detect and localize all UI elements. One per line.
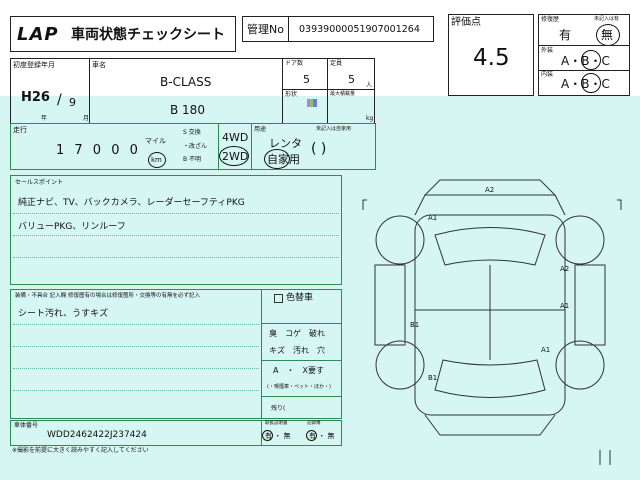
use-note: 未記入は自家用 xyxy=(316,126,352,132)
remarks-label: 装備・不具合 記入欄 修復歴有の場合は修復箇所・交換等の有無を必ず記入 xyxy=(15,293,200,299)
mileage-label: 走行 xyxy=(13,126,27,134)
car-name-box: 車名 B-CLASS B 180 xyxy=(89,58,283,124)
remarks-line-1: シート汚れ、うすキズ xyxy=(18,309,109,319)
chassis-number: WDD2462422J237424 xyxy=(47,430,147,440)
use-private-circle xyxy=(264,149,290,169)
repair-box: 修復歴 未記入は有 有 無 外装 A・B・C 内装 A・B・C xyxy=(538,14,630,96)
chassis-box: 車体番号 WDD2462422J237424 取扱説明書 有 ・ 無 記録簿 有… xyxy=(10,420,342,446)
sales-line-1: 純正ナビ、TV、バックカメラ、レーダーセーフティPKG xyxy=(18,198,245,208)
title-box: LAP 車両状態チェックシート xyxy=(10,16,236,52)
mark-front-left: A1 xyxy=(428,214,437,222)
sales-box: セールスポイント 純正ナビ、TV、バックカメラ、レーダーセーフティPKG バリュ… xyxy=(10,175,342,285)
first-reg-slash: / xyxy=(57,92,62,108)
color-change: 色替車 xyxy=(286,293,314,303)
color-change-checkbox[interactable] xyxy=(274,294,283,303)
loading-unit: kg xyxy=(366,115,374,122)
remarks-box: 装備・不具合 記入欄 修復歴有の場合は修復箇所・交換等の有無を必ず記入 シート汚… xyxy=(10,289,342,419)
interior-b-circle xyxy=(581,73,601,93)
sales-line-2: バリューPKG、リンルーフ xyxy=(18,222,126,232)
meter-opt-1: S 交換 xyxy=(183,129,201,136)
doors-label: ドア数 xyxy=(285,60,304,67)
mileage-value: 1 7 0 0 0 xyxy=(56,143,141,158)
year-unit: 年 xyxy=(41,115,48,122)
grade-value: 4.5 xyxy=(473,45,510,71)
exterior-label: 外装 xyxy=(541,47,554,54)
meter-opt-3: B 不明 xyxy=(183,156,202,163)
capacity-value: 5 xyxy=(348,73,355,86)
car-grade: B 180 xyxy=(170,103,205,117)
mgmt-box: 管理No 03939000051907001264 xyxy=(242,16,434,42)
capacity-box: 定員 5 人 xyxy=(327,58,375,90)
mark-roof: A2 xyxy=(485,186,494,194)
repair-label: 修復歴 xyxy=(541,16,560,23)
logo: LAP xyxy=(17,24,59,45)
use-paren: ( ) xyxy=(311,141,327,157)
mile-option: マイル xyxy=(145,137,166,145)
use-label: 用途 xyxy=(254,126,267,133)
mileage-box: 走行 1 7 0 0 0 マイル km S 交換 ・改ざん B 不明 4WD 2… xyxy=(10,123,376,170)
mark-right-door: A1 xyxy=(560,302,569,310)
shape-mark xyxy=(307,99,317,107)
first-reg-box: 初度登録年月 H26 / 9 年 月 xyxy=(10,58,90,124)
first-reg-month: 9 xyxy=(69,96,76,109)
meter-opt-2: ・改ざん xyxy=(183,143,208,150)
smoke-note: (・喫煙車・ペット・ほか・) xyxy=(267,384,331,390)
mark-left-door: B1 xyxy=(410,321,419,329)
shape-box: 形状 xyxy=(282,89,328,124)
loading-label: 最大積載量 xyxy=(330,91,356,97)
loading-box: 最大積載量 kg xyxy=(327,89,375,124)
repair-has: 有 xyxy=(559,28,572,42)
repair-note: 未記入は有 xyxy=(594,16,620,22)
doors-box: ドア数 5 xyxy=(282,58,328,90)
car-name: B-CLASS xyxy=(160,75,212,89)
chassis-label: 車体番号 xyxy=(14,422,39,429)
car-name-label: 車名 xyxy=(92,61,106,69)
smell-row-2: キズ 汚れ 穴 xyxy=(269,346,325,355)
sheet-title: 車両状態チェックシート xyxy=(71,27,225,43)
mark-front-right: A2 xyxy=(560,265,569,273)
km-circle xyxy=(148,152,166,168)
grade-box: 評価点 4.5 xyxy=(448,14,534,96)
manual-yes-circle xyxy=(262,430,273,441)
interior-label: 内装 xyxy=(541,71,554,78)
manual-label: 取扱説明書 xyxy=(265,421,288,426)
mark-rear-right: A1 xyxy=(541,346,550,354)
sales-label: セールスポイント xyxy=(15,179,64,186)
first-reg-era: H26 xyxy=(21,90,50,105)
footer-note: ※撮影を前提に大きく読みやすく記入してください xyxy=(12,447,149,454)
drive-2wd-circle xyxy=(219,146,249,166)
shape-label: 形状 xyxy=(285,91,298,98)
mgmt-no: 03939000051907001264 xyxy=(299,24,420,35)
doors-value: 5 xyxy=(303,73,310,86)
smoke-row: A ・ X要す xyxy=(273,366,324,375)
other-label: 残り( xyxy=(271,405,286,412)
drive-4wd: 4WD xyxy=(222,131,249,144)
mark-rear-left: B1 xyxy=(428,374,437,382)
grade-label: 評価点 xyxy=(451,17,481,28)
use-rental: レンタ xyxy=(269,137,302,150)
record-label: 記録簿 xyxy=(307,421,321,426)
smell-row-1: 臭 コゲ 破れ xyxy=(269,329,325,338)
exterior-b-circle xyxy=(581,50,601,70)
capacity-label: 定員 xyxy=(330,60,343,67)
repair-none-circle xyxy=(596,24,620,46)
record-yes-circle xyxy=(306,430,317,441)
car-damage-diagram: A2 A1 A2 A1 B1 A1 B1 xyxy=(362,179,622,465)
first-reg-label: 初度登録年月 xyxy=(13,61,55,69)
mgmt-label: 管理No xyxy=(247,23,284,36)
